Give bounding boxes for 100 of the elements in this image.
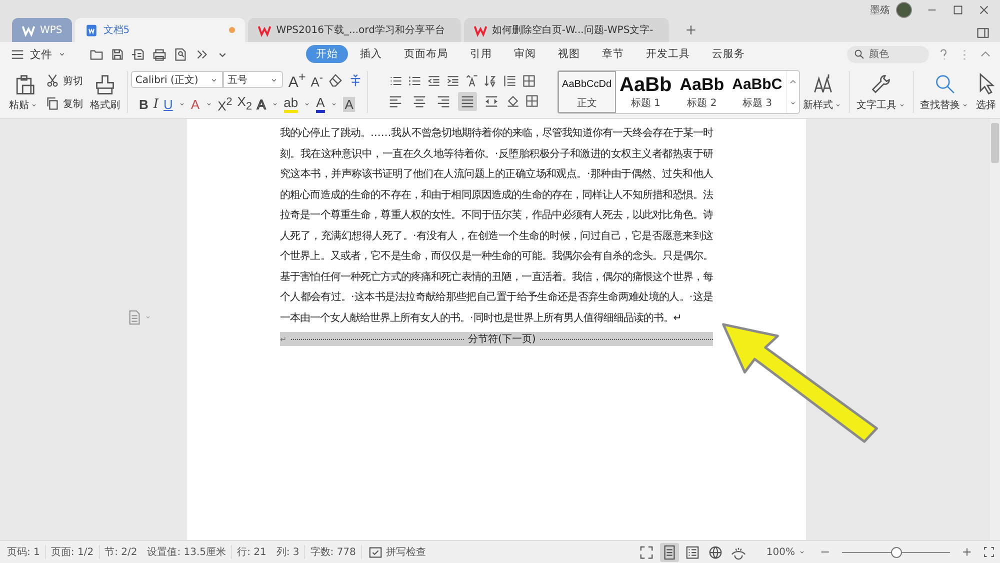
copy-button[interactable]: 复制: [45, 96, 83, 111]
decrease-indent-icon[interactable]: [426, 74, 441, 88]
file-menu[interactable]: 文件: [10, 46, 67, 62]
tab-label: 文档5: [103, 24, 130, 37]
format-button[interactable]: A: [190, 96, 200, 112]
style-preset[interactable]: AaBbCcDd 正文: [558, 71, 616, 113]
spell-check-button[interactable]: 拼写检查: [362, 544, 432, 560]
zoom-in-icon[interactable]: [961, 546, 973, 558]
ribbon-tab[interactable]: 章节: [592, 45, 634, 63]
zoom-dropdown[interactable]: 100%: [766, 546, 806, 558]
print-preview-icon[interactable]: [173, 46, 188, 62]
zoom-slider[interactable]: [842, 546, 950, 558]
align-distributed-icon: [484, 94, 499, 108]
sidebar-icon[interactable]: [976, 26, 990, 40]
format-button[interactable]: A: [342, 96, 356, 112]
format-button[interactable]: B: [138, 96, 148, 112]
brush-icon: [94, 72, 116, 94]
borders-icon[interactable]: [524, 94, 539, 108]
copy-icon: [45, 96, 60, 111]
new-style-icon: [812, 72, 834, 94]
section-break: ↵ 分节符(下一页): [280, 332, 713, 346]
status-text: 字数: 778: [305, 545, 362, 559]
export-icon[interactable]: [131, 46, 146, 62]
font-name-dropdown[interactable]: Calibri (正文): [131, 71, 224, 88]
view-button[interactable]: [660, 542, 680, 562]
format-button[interactable]: A: [256, 96, 266, 112]
align-button[interactable]: [458, 92, 477, 110]
scissors-icon: [45, 73, 60, 88]
fit-window-icon[interactable]: [983, 546, 995, 558]
ribbon-button[interactable]: 文字工具: [854, 72, 909, 112]
wrench-icon: [870, 72, 892, 94]
status-text: 节: 2/2: [104, 546, 138, 559]
ribbon-button[interactable]: 选择: [972, 72, 1000, 112]
search-icon: [853, 48, 865, 60]
ribbon-tab[interactable]: 审阅: [504, 45, 546, 63]
align-left-icon: [388, 94, 403, 108]
body-paragraph: 我的心停止了跳动。……我从不曾急切地期待着你的来临，尽管我知道你有一天终会存在于某一时刻。我在这种意识中，一直在久久地等待着你。·反堕胎积极分子和激进的女权主义者都热衷于研究这本书，并声称该书证明了他们在人流问题上的正确立场和观点。·那种由于偶然、过失和他人的粗心而造成的生命的不存在，和由于相同原因造成的生命的存在，同样让人不知所措和恐惧。法拉奇是一个尊重生命，尊重人权的女性。不同于伍尔芙，作品中必须有人死去，以此对比角色。诗人死了，充满幻想得人死了。·有没有人，在创造一个生命的时候，问过自己，它是否愿意来到这个世界上。又或者，它不是生命，而仅仅是一种生命的可能。我偶尔会有自杀的念头。只是偶尔。基于害怕任何一种死亡方式的疼痛和死亡表情的丑陋，一直活着。我信，偶尔的痛恨这个世界，每个人都会有过。·这本书是法拉奇献给那些把自己置于给予生命还是否弃生命两难处境的人。·这是一本由一个女人献给世界上所有女人的书。·同时也是世界上所有男人值得细细品读的书。↵: [280, 126, 713, 326]
ribbon-tab[interactable]: 云服务: [702, 45, 755, 63]
style-preset[interactable]: AaBb 标题 1: [616, 71, 676, 113]
grow-font-button[interactable]: A$^{+}$: [288, 70, 306, 90]
fullscreen-icon: [639, 544, 654, 560]
align-justify-icon: [460, 94, 475, 108]
page-view-icon: [662, 544, 678, 560]
format-button[interactable]: A: [316, 95, 325, 113]
status-text: 页码: 1: [2, 545, 46, 559]
save-icon[interactable]: [110, 46, 125, 62]
avatar[interactable]: [896, 2, 912, 18]
font-size-dropdown[interactable]: 五号: [223, 71, 284, 88]
paste-button[interactable]: 粘贴: [6, 72, 41, 112]
eraser-icon[interactable]: [328, 72, 344, 88]
outline-view-icon: [685, 544, 700, 560]
status-text: 列: 3: [271, 545, 306, 559]
web-view-icon: [708, 544, 724, 560]
tab-label: WPS2016下载_...ord学习和分享平台: [276, 24, 445, 37]
wps-logo-icon: [474, 24, 487, 36]
format-button[interactable]: X$_{2}$: [237, 94, 252, 114]
ribbon-tab[interactable]: 页面布局: [394, 45, 458, 63]
style-preset[interactable]: AaBbC 标题 3: [728, 71, 786, 113]
status-text: 行: 21: [236, 546, 268, 559]
search-field[interactable]: 颜色: [847, 46, 929, 62]
line-spacing-icon[interactable]: [502, 74, 517, 88]
print-icon[interactable]: [152, 46, 167, 62]
increase-indent-icon[interactable]: [446, 74, 460, 88]
tab[interactable]: 如何删除空白页-W...问题-WPS文字-: [464, 18, 670, 42]
style-preset[interactable]: AaBb 标题 2: [676, 71, 728, 113]
slider-thumb[interactable]: [891, 547, 902, 558]
format-button[interactable]: ab: [284, 95, 298, 113]
user-name[interactable]: 墨殇: [870, 3, 890, 17]
check-icon: [368, 544, 383, 560]
tab[interactable]: 文档5: [75, 18, 246, 42]
ribbon-tab[interactable]: 引用: [460, 45, 502, 63]
scrollbar[interactable]: [990, 119, 1000, 540]
align-right-icon: [436, 94, 451, 108]
ribbon-tab[interactable]: 插入: [350, 45, 392, 63]
new-tab-icon[interactable]: [684, 23, 698, 37]
table-icon[interactable]: [522, 74, 536, 88]
scroll-up-icon[interactable]: [789, 78, 798, 86]
sort-icon[interactable]: [484, 74, 498, 88]
search-icon: [934, 72, 956, 94]
wps-logo-icon: [258, 24, 272, 36]
numbered-list-icon[interactable]: [408, 74, 422, 88]
tab[interactable]: WPS2016下载_...ord学习和分享平台: [248, 18, 461, 42]
document-icon: [85, 24, 98, 36]
format-button[interactable]: X$^{2}$: [218, 94, 232, 114]
cut-button[interactable]: 剪切: [45, 73, 83, 88]
format-button[interactable]: U: [164, 96, 173, 112]
format-painter-button[interactable]: 格式刷: [87, 72, 123, 112]
status-text: 页面: 1/2: [46, 545, 100, 559]
tab-label: WPS: [40, 24, 62, 36]
align-center-icon: [412, 94, 427, 108]
ribbon-tab[interactable]: 视图: [548, 45, 590, 63]
maximize-icon[interactable]: [952, 4, 964, 16]
shading-icon[interactable]: [506, 94, 520, 108]
ribbon-tab[interactable]: 开发工具: [636, 45, 700, 63]
ribbon-button[interactable]: 查找替换: [917, 72, 972, 112]
format-button[interactable]: I: [153, 96, 159, 112]
text-direction-icon[interactable]: [464, 74, 479, 88]
shrink-font-button[interactable]: A$^{-}$: [310, 70, 324, 89]
ribbon-button[interactable]: 新样式: [800, 72, 846, 112]
close-icon[interactable]: [978, 4, 990, 16]
